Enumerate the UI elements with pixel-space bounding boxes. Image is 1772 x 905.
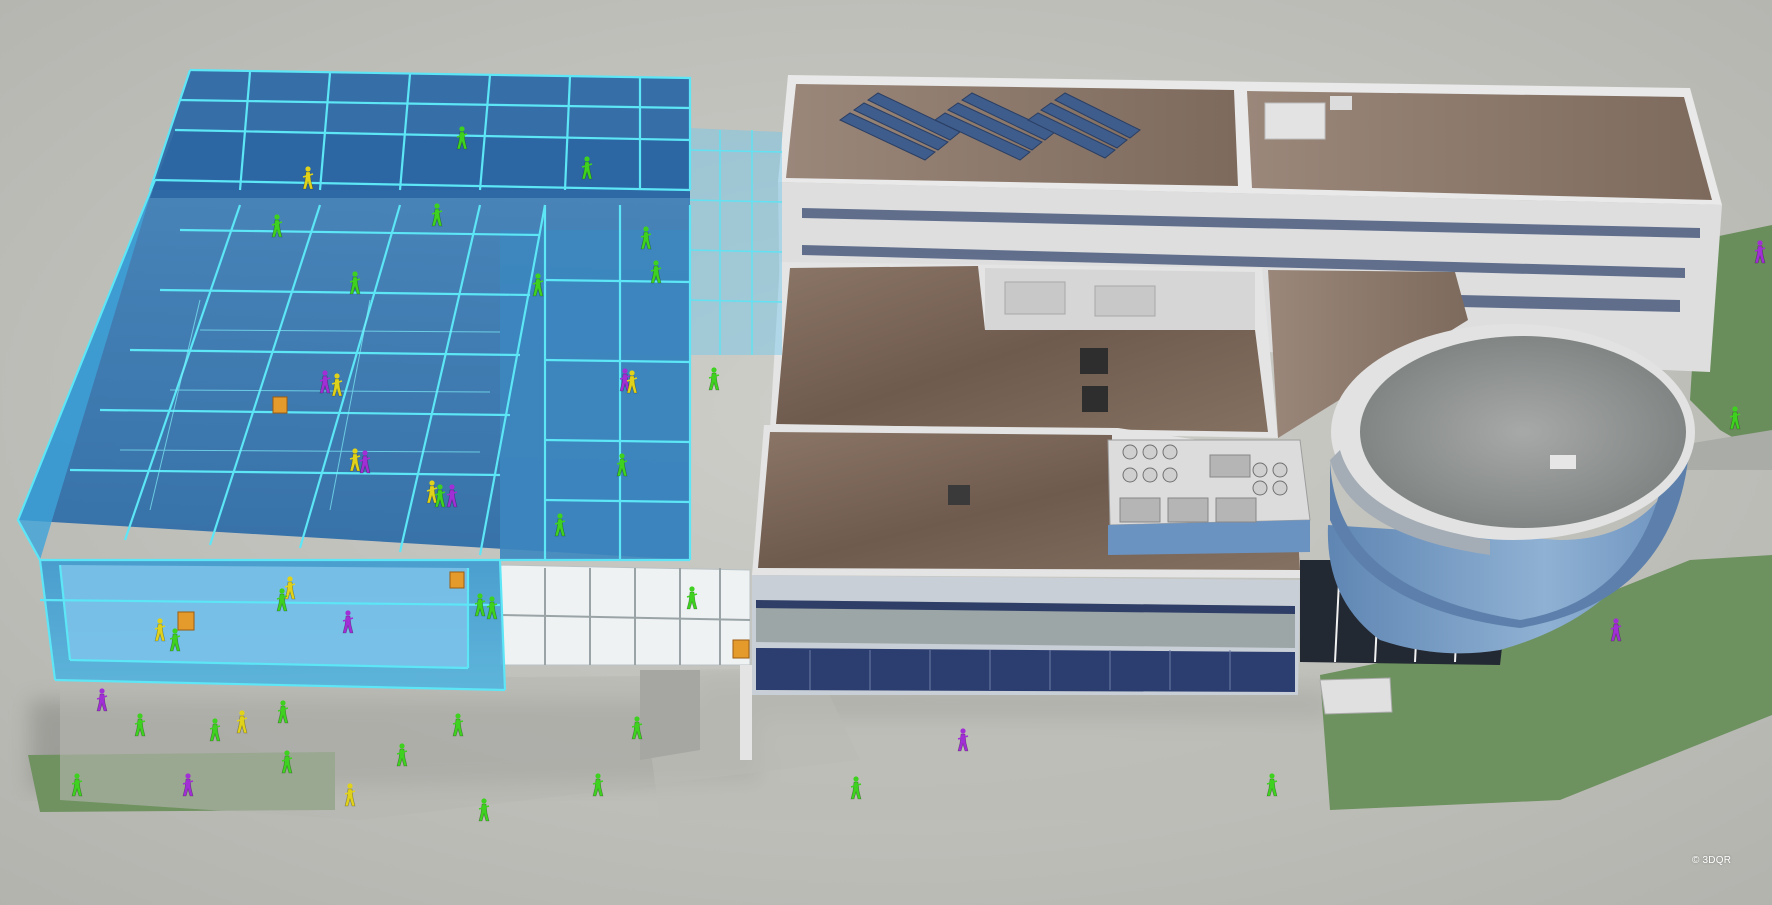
upper-skybridge	[687, 128, 783, 355]
rotunda-roof	[1360, 336, 1686, 528]
roof-box	[1264, 102, 1326, 140]
copyright-label: © 3DQR	[1692, 855, 1732, 866]
hvac-units	[1107, 439, 1311, 555]
entrance-steps	[1319, 677, 1393, 715]
3d-building-scene	[0, 0, 1772, 905]
